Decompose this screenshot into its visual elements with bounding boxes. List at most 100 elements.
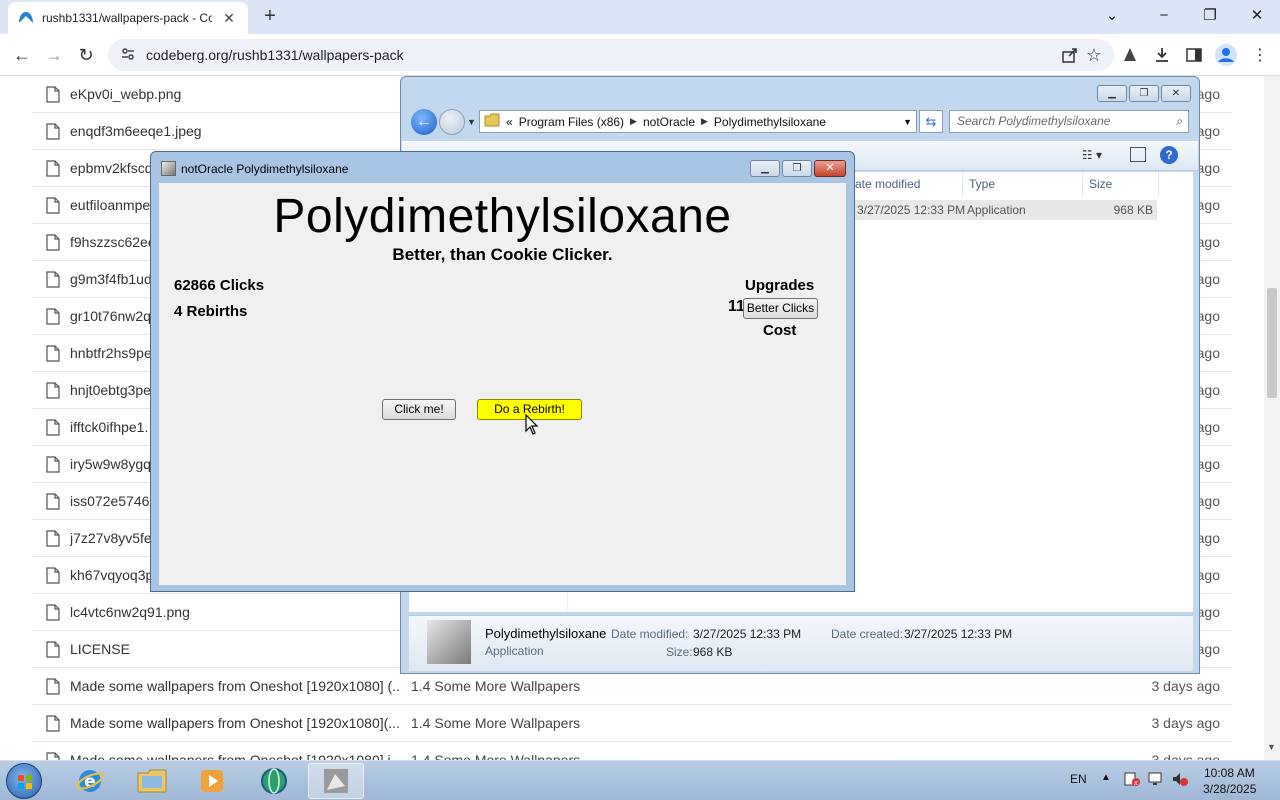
file-name-link[interactable]: eKpv0i_webp.png	[70, 86, 400, 102]
reload-icon[interactable]: ↻	[74, 43, 98, 67]
explorer-maximize-button[interactable]: ❐	[1129, 85, 1159, 102]
new-tab-button[interactable]: +	[258, 4, 282, 28]
recent-pages-dropdown-icon[interactable]: ▼	[467, 117, 476, 127]
breadcrumb-program-files[interactable]: Program Files (x86)	[519, 115, 624, 129]
file-name-link[interactable]: LICENSE	[70, 641, 400, 657]
side-panel-icon[interactable]	[1182, 43, 1206, 67]
breadcrumb-separator-icon[interactable]: ▶	[701, 116, 708, 127]
app-subtitle: Better, than Cookie Clicker.	[392, 245, 613, 264]
file-icon	[46, 159, 60, 177]
preview-pane-icon[interactable]	[1130, 147, 1146, 162]
download-icon[interactable]	[1150, 43, 1174, 67]
page-scrollbar[interactable]: ▼	[1264, 76, 1280, 760]
back-arrow-icon[interactable]: ←	[10, 43, 34, 67]
details-kind: Application	[485, 644, 544, 658]
file-name-link[interactable]: Made some wallpapers from Oneshot [1920x…	[70, 752, 400, 760]
commit-message-link[interactable]: 1.4 Some More Wallpapers	[411, 752, 580, 760]
app-maximize-button[interactable]: ❐	[782, 160, 812, 177]
column-type[interactable]: Type	[963, 172, 1083, 196]
view-options-icon[interactable]: ☷ ▾	[1082, 148, 1102, 162]
breadcrumb-overflow[interactable]: «	[506, 115, 513, 129]
app-window-title: notOracle Polydimethylsiloxane	[181, 162, 349, 176]
search-icon[interactable]: ⌕	[1176, 111, 1183, 132]
browser-tab[interactable]: rushb1331/wallpapers-pack - Co ✕	[8, 2, 248, 34]
column-date-modified[interactable]: ate modified	[849, 172, 963, 196]
minimize-button[interactable]: −	[1150, 4, 1178, 28]
commit-date: ago	[1196, 123, 1220, 139]
row-size: 968 KB	[1113, 203, 1153, 217]
commit-date: ago	[1196, 493, 1220, 509]
explorer-address-bar[interactable]: « Program Files (x86) ▶ notOracle ▶ Poly…	[479, 110, 917, 133]
better-clicks-button[interactable]: Better Clicks	[743, 298, 818, 319]
network-globe-icon[interactable]	[246, 763, 302, 799]
details-modified-label: Date modified:	[611, 627, 689, 641]
cost-label: Cost	[763, 322, 797, 339]
forward-arrow-icon[interactable]: →	[42, 43, 66, 67]
network-status-icon[interactable]	[1147, 771, 1165, 790]
tab-search-button[interactable]: ⌄	[1098, 4, 1126, 28]
close-window-button[interactable]: ✕	[1243, 4, 1271, 28]
action-center-icon[interactable]: x	[1123, 771, 1141, 790]
tab-close-icon[interactable]: ✕	[220, 10, 238, 27]
commit-date: 3 days ago	[1151, 752, 1221, 760]
address-bar[interactable]: codeberg.org/rushb1331/wallpapers-pack	[108, 39, 1114, 71]
column-size[interactable]: Size	[1083, 172, 1159, 196]
more-menu-icon[interactable]: ⋮	[1248, 43, 1272, 67]
polydimethylsiloxane-taskbar-icon[interactable]	[308, 763, 364, 799]
file-icon	[46, 677, 60, 695]
commit-date: ago	[1196, 345, 1220, 361]
scroll-down-icon[interactable]: ▼	[1267, 742, 1276, 752]
file-icon	[46, 418, 60, 436]
file-name-link[interactable]: Made some wallpapers from Oneshot [1920x…	[70, 715, 400, 731]
explorer-forward-button[interactable]	[439, 109, 465, 135]
file-icon	[46, 714, 60, 732]
explorer-refresh-icon[interactable]: ⇆	[919, 110, 943, 133]
share-icon[interactable]	[1058, 43, 1082, 67]
bookmark-star-icon[interactable]: ☆	[1082, 43, 1106, 67]
explorer-back-button[interactable]: ←	[411, 109, 437, 135]
windows-taskbar: e EN ▲ x 10:08 AM 3/28/2025	[0, 760, 1280, 800]
explorer-close-button[interactable]: ✕	[1161, 85, 1191, 102]
show-hidden-icons[interactable]: ▲	[1101, 772, 1111, 783]
help-icon[interactable]: ?	[1160, 146, 1178, 164]
file-explorer-icon[interactable]	[124, 763, 180, 799]
start-button[interactable]	[6, 763, 42, 799]
internet-explorer-icon[interactable]: e	[62, 763, 118, 799]
clock-time[interactable]: 10:08 AM	[1204, 766, 1255, 780]
commit-message-link[interactable]: 1.4 Some More Wallpapers	[411, 715, 580, 731]
file-row[interactable]: Made some wallpapers from Oneshot [1920x…	[32, 742, 1232, 760]
extension-icon[interactable]	[1118, 43, 1142, 67]
breadcrumb-notoracle[interactable]: notOracle	[643, 115, 695, 129]
language-indicator[interactable]: EN	[1070, 772, 1087, 786]
maximize-button[interactable]: ❐	[1196, 4, 1224, 28]
file-row[interactable]: Made some wallpapers from Oneshot [1920x…	[32, 705, 1232, 742]
click-me-button[interactable]: Click me!	[382, 399, 456, 420]
address-dropdown-icon[interactable]: ▼	[903, 117, 912, 127]
file-name-link[interactable]: Made some wallpapers from Oneshot [1920x…	[70, 678, 400, 694]
site-settings-icon[interactable]	[120, 46, 136, 65]
file-icon	[46, 566, 60, 584]
explorer-search-input[interactable]: Search Polydimethylsiloxane ⌕	[949, 110, 1189, 133]
codeberg-favicon-icon	[18, 10, 34, 26]
svg-text:x: x	[1134, 779, 1138, 787]
volume-muted-icon[interactable]	[1171, 771, 1189, 790]
file-icon	[46, 122, 60, 140]
file-icon	[46, 270, 60, 288]
explorer-minimize-button[interactable]: ▁	[1097, 85, 1127, 102]
commit-date: ago	[1196, 308, 1220, 324]
app-minimize-button[interactable]: ▁	[750, 160, 780, 177]
commit-date: 3 days ago	[1151, 715, 1221, 731]
profile-avatar-icon[interactable]	[1214, 43, 1238, 67]
file-name-link[interactable]: enqdf3m6eeqe1.jpeg	[70, 123, 400, 139]
clock-date[interactable]: 3/28/2025	[1203, 782, 1256, 796]
breadcrumb-separator-icon[interactable]: ▶	[630, 116, 637, 127]
file-icon	[46, 344, 60, 362]
file-icon	[46, 529, 60, 547]
scrollbar-thumb[interactable]	[1267, 288, 1277, 398]
file-row-selected[interactable]: 3/27/2025 12:33 PM Application 968 KB	[849, 200, 1157, 220]
breadcrumb-polydimethylsiloxane[interactable]: Polydimethylsiloxane	[714, 115, 826, 129]
file-name-link[interactable]: lc4vtc6nw2q91.png	[70, 604, 400, 620]
commit-message-link[interactable]: 1.4 Some More Wallpapers	[411, 678, 580, 694]
app-close-button[interactable]: ✕	[814, 160, 846, 177]
media-player-icon[interactable]	[184, 763, 240, 799]
